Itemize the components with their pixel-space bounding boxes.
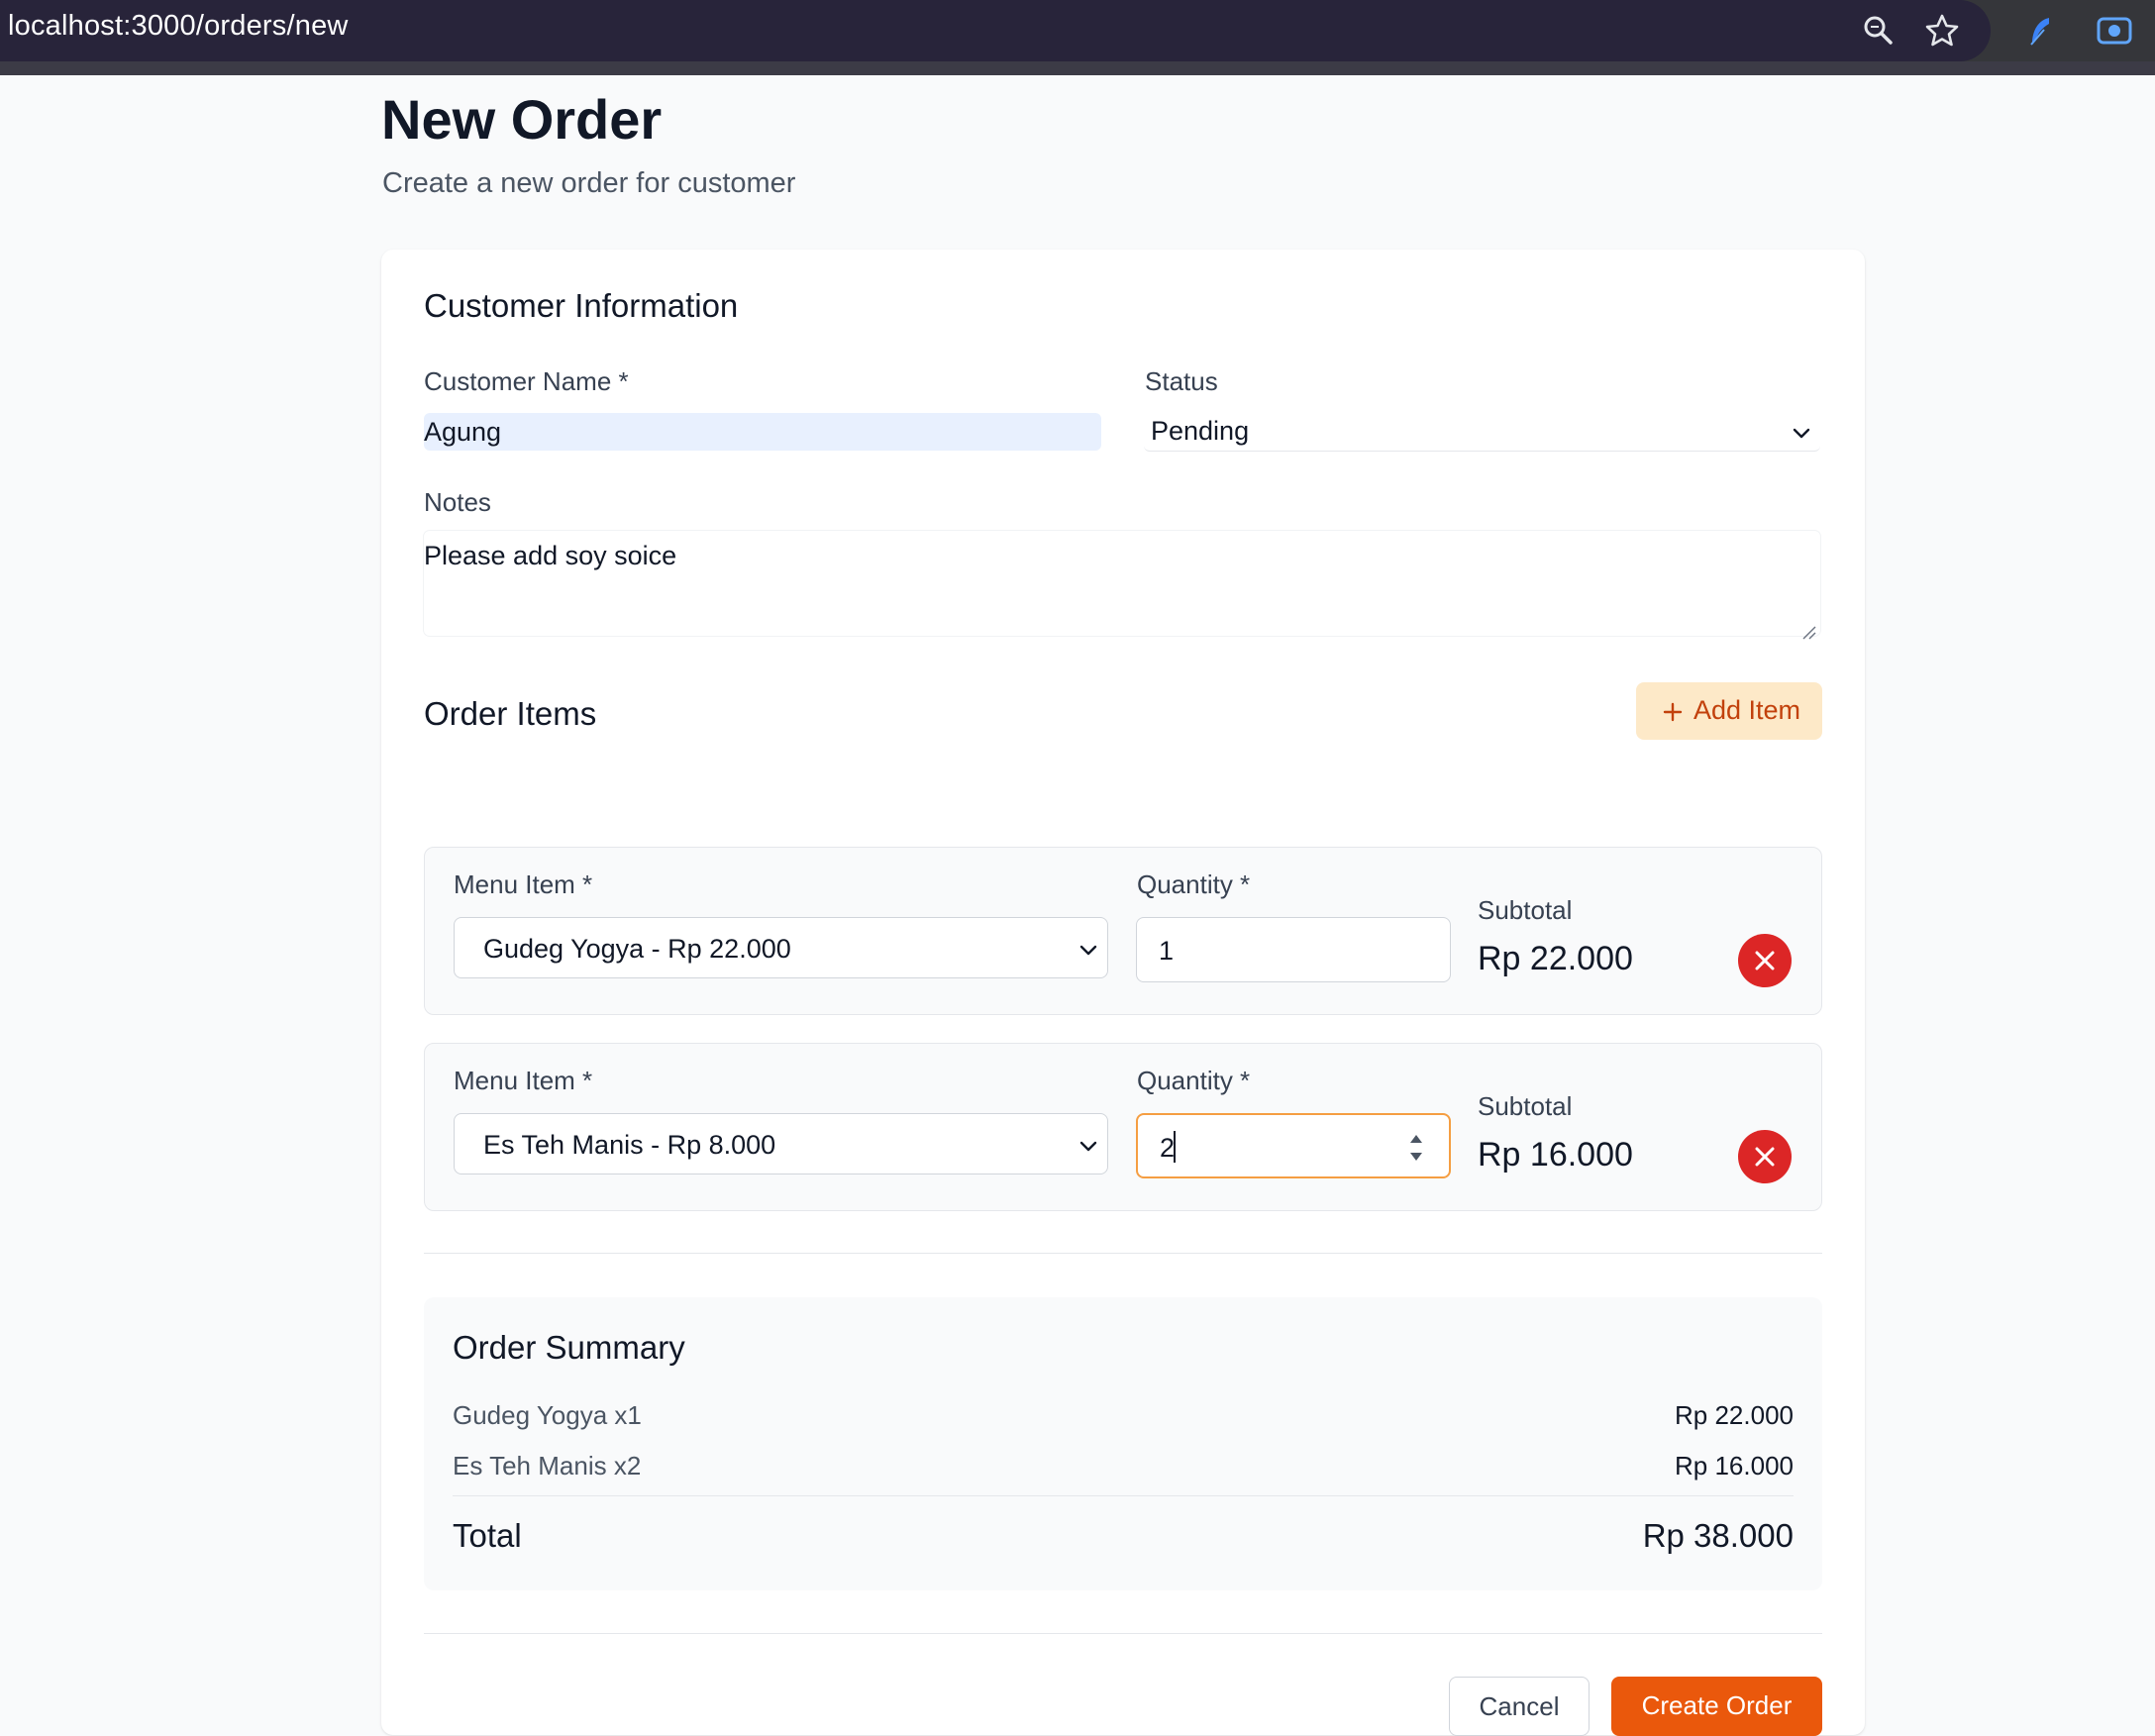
customer-name-label: Customer Name * [424, 366, 629, 396]
url-text[interactable]: localhost:3000/orders/new [8, 10, 349, 43]
quantity-label: Quantity * [1137, 1066, 1251, 1095]
number-spinner-icon[interactable] [1403, 1130, 1429, 1166]
summary-line-name: Gudeg Yogya x1 [453, 1400, 642, 1430]
quantity-value: 1 [1159, 936, 1175, 966]
remove-item-button[interactable] [1738, 1130, 1792, 1183]
order-summary-title: Order Summary [453, 1329, 685, 1366]
quantity-input[interactable]: 1 [1136, 917, 1451, 982]
menu-item-value: Gudeg Yogya - Rp 22.000 [483, 934, 791, 964]
remove-item-button[interactable] [1738, 934, 1792, 987]
subtotal-label: Subtotal [1478, 1091, 1573, 1121]
summary-line-amount: Rp 22.000 [1675, 1400, 1794, 1430]
chevron-down-icon [1078, 1133, 1099, 1155]
page-content: New Order Create a new order for custome… [0, 75, 2155, 1736]
customer-name-value: Agung [424, 417, 502, 447]
chevron-down-icon [1791, 420, 1812, 442]
order-item-row: Menu Item * Es Teh Manis - Rp 8.000 Quan… [424, 1043, 1822, 1211]
address-bar[interactable]: localhost:3000/orders/new [0, 0, 1991, 61]
status-label: Status [1145, 366, 1218, 396]
close-icon [1755, 951, 1775, 970]
total-label: Total [453, 1517, 522, 1554]
bookmark-star-icon[interactable] [1923, 12, 1961, 50]
screen-record-icon[interactable] [2096, 12, 2133, 50]
toolbar-border [0, 61, 2155, 75]
customer-name-input[interactable]: Agung [424, 413, 1101, 451]
order-items-title: Order Items [424, 695, 597, 732]
chevron-down-icon [1078, 937, 1099, 959]
browser-toolbar: localhost:3000/orders/new [0, 0, 2155, 75]
zoom-icon[interactable] [1860, 12, 1898, 50]
menu-item-value: Es Teh Manis - Rp 8.000 [483, 1130, 776, 1160]
subtotal-label: Subtotal [1478, 895, 1573, 925]
summary-line-amount: Rp 16.000 [1675, 1451, 1794, 1481]
cancel-button[interactable]: Cancel [1449, 1677, 1590, 1736]
notes-textarea[interactable]: Please add soy soice [424, 531, 1820, 640]
quantity-label: Quantity * [1137, 869, 1251, 899]
text-caret [1174, 1131, 1176, 1163]
order-summary: Order Summary Gudeg Yogya x1 Rp 22.000 E… [424, 1297, 1822, 1590]
add-item-label: Add Item [1693, 695, 1801, 725]
status-select[interactable]: Pending [1144, 408, 1820, 452]
order-item-row: Menu Item * Gudeg Yogya - Rp 22.000 Quan… [424, 847, 1822, 1015]
notes-label: Notes [424, 487, 491, 517]
close-icon [1755, 1147, 1775, 1167]
notes-value: Please add soy soice [424, 541, 677, 570]
section-divider [424, 1253, 1822, 1254]
status-value: Pending [1151, 416, 1250, 446]
section-divider [424, 1633, 1822, 1634]
quantity-input[interactable]: 2 [1136, 1113, 1451, 1178]
page-title: New Order [381, 88, 663, 151]
customer-section-title: Customer Information [424, 287, 739, 324]
total-row: Total Rp 38.000 [453, 1517, 1794, 1555]
menu-item-select[interactable]: Es Teh Manis - Rp 8.000 [454, 1113, 1108, 1174]
summary-divider [453, 1495, 1794, 1496]
quantity-value: 2 [1160, 1133, 1176, 1163]
resize-handle-icon[interactable] [1800, 616, 1816, 640]
add-item-button[interactable]: Add Item [1636, 682, 1822, 740]
menu-item-label: Menu Item * [454, 1066, 593, 1095]
order-form-card: Customer Information Customer Name * Agu… [381, 250, 1865, 1736]
page-subtitle: Create a new order for customer [382, 167, 796, 199]
create-order-button[interactable]: Create Order [1611, 1677, 1822, 1736]
subtotal-value: Rp 22.000 [1478, 940, 1633, 977]
subtotal-value: Rp 16.000 [1478, 1136, 1633, 1174]
summary-line-name: Es Teh Manis x2 [453, 1451, 642, 1481]
total-value: Rp 38.000 [1642, 1517, 1794, 1554]
menu-item-select[interactable]: Gudeg Yogya - Rp 22.000 [454, 917, 1108, 978]
menu-item-label: Menu Item * [454, 869, 593, 899]
plus-icon [1662, 699, 1684, 722]
extension-feather-icon[interactable] [2022, 12, 2060, 50]
